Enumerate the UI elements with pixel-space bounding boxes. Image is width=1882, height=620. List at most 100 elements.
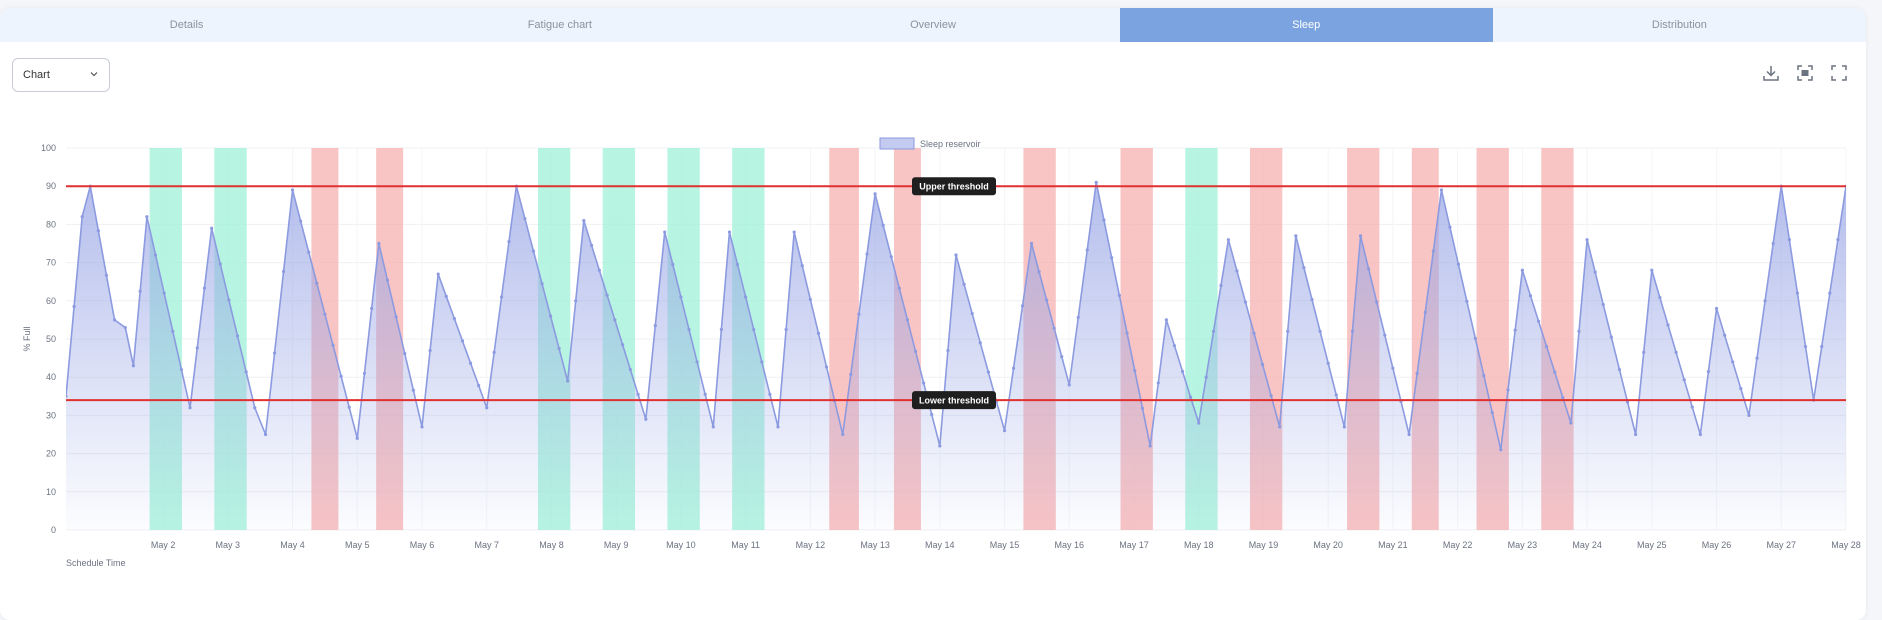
data-point xyxy=(253,406,257,410)
data-point xyxy=(1439,188,1444,192)
data-point xyxy=(1490,411,1494,415)
x-tick-label: May 14 xyxy=(925,540,955,550)
data-point xyxy=(695,360,699,364)
data-point xyxy=(1642,350,1646,354)
data-point xyxy=(1682,378,1686,382)
data-point xyxy=(1383,333,1387,337)
data-point xyxy=(355,436,359,440)
data-point xyxy=(1499,448,1503,452)
x-tick-label: May 24 xyxy=(1572,540,1602,550)
x-tick-label: May 23 xyxy=(1508,540,1538,550)
data-point xyxy=(776,425,780,429)
x-tick-label: May 13 xyxy=(860,540,890,550)
data-point xyxy=(299,219,303,223)
y-axis-title: % Full xyxy=(22,326,32,351)
data-point xyxy=(881,223,885,227)
data-point xyxy=(566,379,570,383)
data-point xyxy=(1334,393,1338,397)
data-point xyxy=(263,432,268,437)
data-point xyxy=(1448,225,1452,229)
y-tick-label: 60 xyxy=(46,296,56,306)
data-point xyxy=(1102,218,1106,222)
data-point xyxy=(323,312,327,316)
x-tick-label: May 11 xyxy=(731,540,760,550)
x-tick-label: May 12 xyxy=(796,540,826,550)
data-point xyxy=(1407,432,1411,437)
data-point xyxy=(145,215,149,219)
data-point xyxy=(485,406,489,410)
threshold-label: Lower threshold xyxy=(919,396,989,406)
data-point xyxy=(644,417,648,421)
data-point xyxy=(1506,388,1510,392)
data-point xyxy=(1117,293,1121,297)
data-point xyxy=(930,412,934,417)
data-point xyxy=(1666,323,1670,327)
data-point xyxy=(452,317,456,321)
x-tick-label: May 18 xyxy=(1184,540,1214,550)
data-point xyxy=(1861,292,1864,295)
data-point xyxy=(1318,329,1322,333)
data-point xyxy=(1197,421,1201,425)
data-point xyxy=(663,230,667,234)
data-point xyxy=(613,318,617,322)
data-point xyxy=(1423,310,1427,314)
data-point xyxy=(719,327,723,332)
data-point xyxy=(477,383,481,388)
data-point xyxy=(1723,333,1727,337)
data-point xyxy=(153,253,158,257)
data-point xyxy=(889,255,893,259)
x-tick-label: May 6 xyxy=(410,540,435,550)
data-point xyxy=(1465,299,1469,303)
data-point xyxy=(66,394,68,398)
data-point xyxy=(986,370,990,374)
data-point xyxy=(873,192,877,196)
data-point xyxy=(760,360,764,364)
data-point xyxy=(744,295,748,299)
data-point xyxy=(1110,256,1114,260)
x-tick-label: May 17 xyxy=(1119,540,1149,550)
y-tick-label: 80 xyxy=(46,219,56,229)
data-point xyxy=(1634,432,1638,437)
data-point xyxy=(394,315,398,319)
data-point xyxy=(711,425,715,429)
data-point xyxy=(1617,367,1622,372)
x-tick-label: May 3 xyxy=(216,540,241,550)
data-point xyxy=(444,294,448,298)
data-point xyxy=(897,286,901,290)
data-point xyxy=(752,327,756,332)
data-point xyxy=(548,314,553,318)
data-point xyxy=(531,249,536,253)
data-point xyxy=(188,406,192,410)
x-tick-label: May 15 xyxy=(990,540,1020,550)
data-point xyxy=(905,318,910,322)
data-point xyxy=(1294,234,1298,238)
data-point xyxy=(428,348,432,353)
data-point xyxy=(347,405,351,409)
data-point xyxy=(1133,369,1137,373)
x-tick-label: May 26 xyxy=(1702,540,1732,550)
data-point xyxy=(978,341,982,345)
data-point xyxy=(1577,329,1581,333)
data-point xyxy=(460,339,465,343)
data-point xyxy=(808,297,812,302)
data-point xyxy=(1561,395,1565,400)
data-point xyxy=(1286,329,1290,333)
data-point xyxy=(1358,234,1363,238)
data-point xyxy=(1836,238,1840,242)
data-point xyxy=(1310,297,1314,302)
data-point xyxy=(1125,331,1129,335)
x-tick-label: May 8 xyxy=(539,540,564,550)
data-point xyxy=(210,226,214,230)
data-point xyxy=(1391,366,1395,370)
data-point xyxy=(492,350,496,354)
data-point xyxy=(1415,371,1419,375)
data-point xyxy=(1545,345,1549,349)
data-point xyxy=(96,229,100,233)
x-tick-label: May 16 xyxy=(1055,540,1085,550)
data-point xyxy=(636,392,640,396)
data-point xyxy=(1189,395,1193,399)
data-point xyxy=(1076,315,1080,319)
data-point xyxy=(970,311,974,316)
data-point xyxy=(1731,360,1735,364)
data-point xyxy=(123,325,127,330)
